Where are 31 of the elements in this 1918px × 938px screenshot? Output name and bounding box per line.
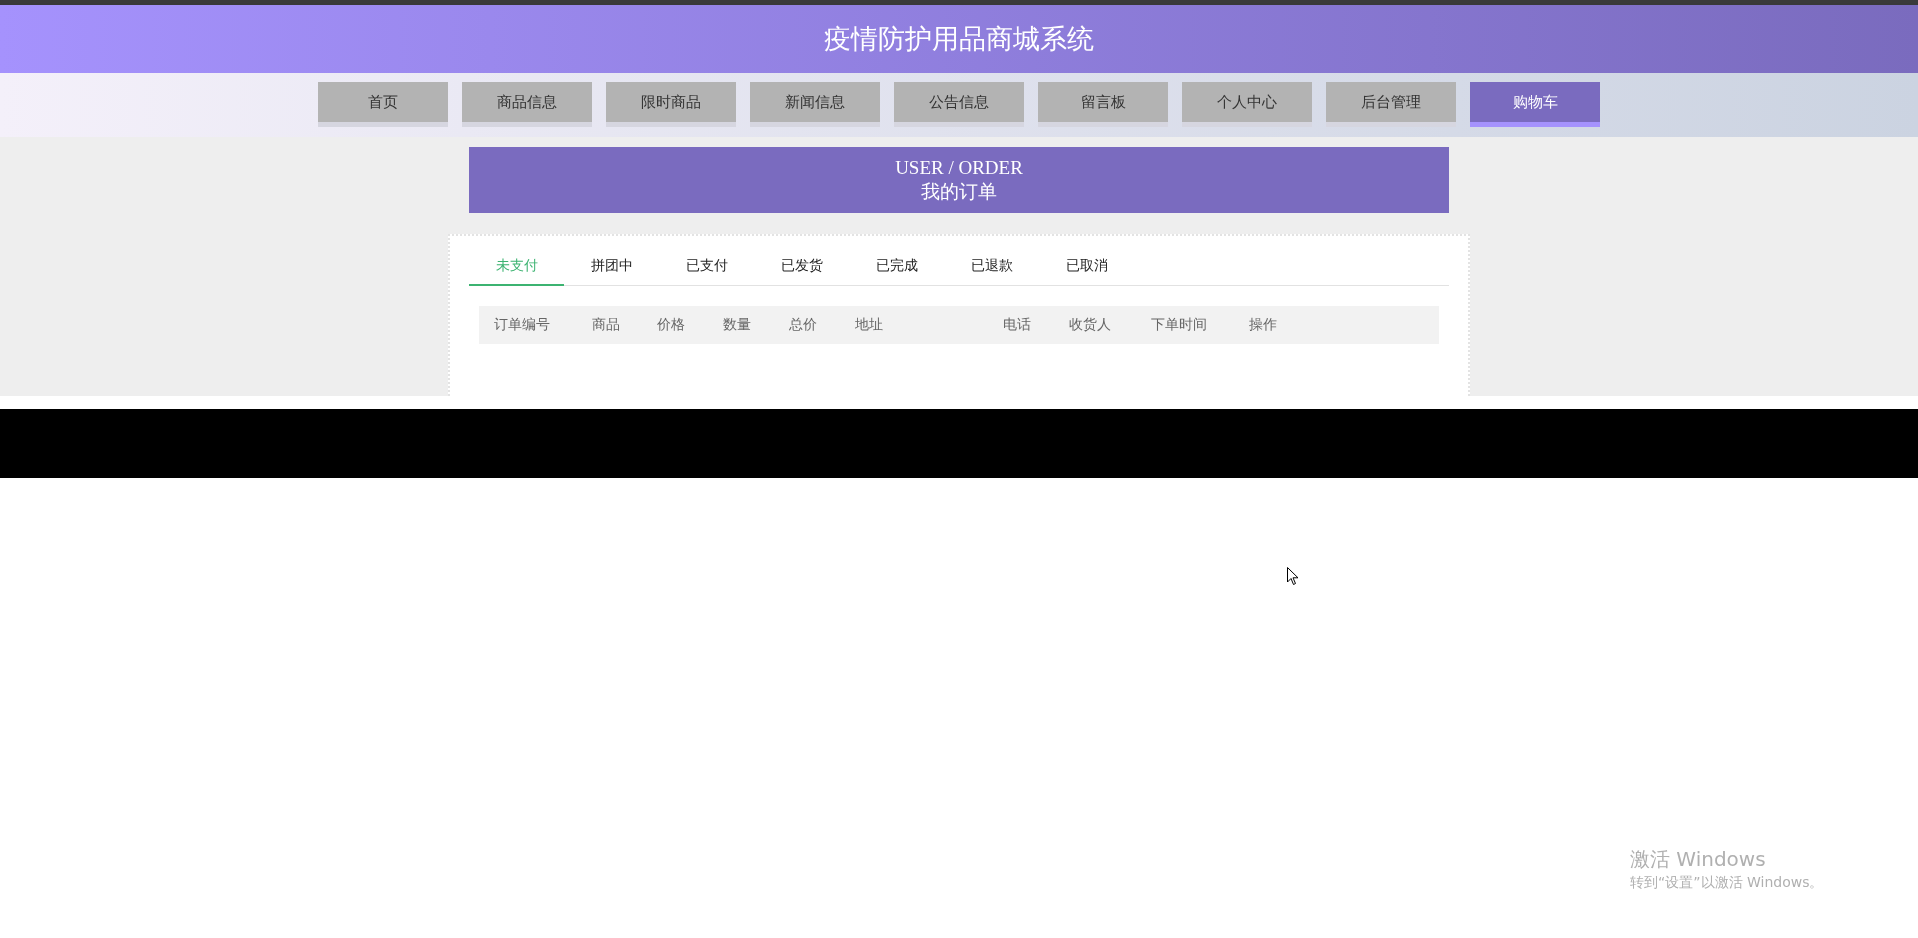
nav-button[interactable]: 购物车 [1470, 82, 1600, 127]
nav-button[interactable]: 公告信息 [894, 82, 1024, 127]
activation-text: 转到“设置”以激活 Windows。 [1630, 873, 1824, 892]
site-title: 疫情防护用品商城系统 [824, 22, 1094, 56]
column-header: 商品 [592, 316, 621, 334]
banner-subtitle: USER / ORDER [895, 157, 1023, 179]
order-status-tab[interactable]: 已支付 [659, 248, 754, 286]
column-header: 电话 [1003, 316, 1032, 334]
column-header: 价格 [657, 316, 686, 334]
nav-button[interactable]: 后台管理 [1326, 82, 1456, 127]
column-header: 地址 [855, 316, 884, 334]
order-status-tab[interactable]: 拼团中 [564, 248, 659, 286]
nav-button[interactable]: 首页 [318, 82, 448, 127]
nav-button[interactable]: 新闻信息 [750, 82, 880, 127]
nav-button[interactable]: 限时商品 [606, 82, 736, 127]
column-header: 总价 [789, 316, 818, 334]
column-header: 数量 [723, 316, 752, 334]
activation-title: 激活 Windows [1630, 846, 1767, 872]
column-header: 订单编号 [494, 316, 551, 334]
order-status-tab[interactable]: 已完成 [849, 248, 944, 286]
order-status-tab[interactable]: 已发货 [754, 248, 849, 286]
nav-button[interactable]: 个人中心 [1182, 82, 1312, 127]
banner-title: 我的订单 [921, 179, 997, 203]
order-status-tab[interactable]: 已取消 [1039, 248, 1134, 286]
order-status-tab[interactable]: 已退款 [944, 248, 1039, 286]
nav-button[interactable]: 商品信息 [462, 82, 592, 127]
mouse-cursor-icon [1287, 567, 1299, 586]
nav-button[interactable]: 留言板 [1038, 82, 1168, 127]
column-header: 操作 [1249, 316, 1278, 334]
column-header: 下单时间 [1151, 316, 1208, 334]
column-header: 收货人 [1069, 316, 1112, 334]
